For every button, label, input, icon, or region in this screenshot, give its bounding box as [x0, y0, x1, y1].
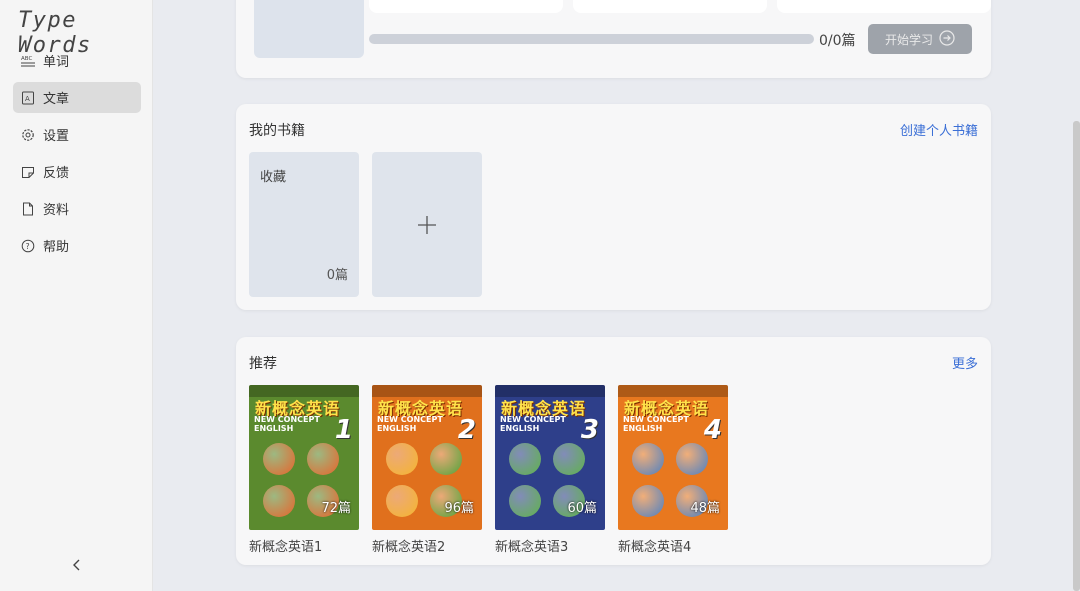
- sidebar-item-settings[interactable]: 设置: [13, 119, 141, 150]
- my-books-card: 我的书籍 创建个人书籍 收藏 0篇: [236, 104, 991, 310]
- sidebar-item-articles[interactable]: A 文章: [13, 82, 141, 113]
- current-book-card: 0/0篇 开始学习: [236, 0, 991, 78]
- book-count: 72篇: [321, 501, 351, 516]
- stat-box: [369, 0, 563, 13]
- scrollbar[interactable]: [1073, 121, 1080, 591]
- progress-bar: [369, 34, 814, 44]
- create-book-link[interactable]: 创建个人书籍: [900, 120, 978, 139]
- progress-text: 0/0篇: [819, 33, 856, 49]
- cover-ball: [263, 485, 295, 517]
- book-name: 新概念英语1: [249, 540, 323, 555]
- book-name: 新概念英语2: [372, 540, 446, 555]
- sidebar-item-label: 单词: [43, 55, 70, 70]
- svg-text:ABC: ABC: [21, 56, 32, 62]
- cover-ball: [307, 443, 339, 475]
- book-count: 96篇: [444, 501, 474, 516]
- book-item[interactable]: 新概念英语 NEW CONCEPT ENGLISH 2 96篇 新概念英语2: [372, 385, 482, 555]
- recommend-title: 推荐: [249, 356, 277, 372]
- cover-number: 4: [703, 415, 722, 445]
- sidebar-item-feedback[interactable]: 反馈: [13, 156, 141, 187]
- cover-ball: [632, 443, 664, 475]
- start-learning-label: 开始学习: [884, 32, 933, 47]
- svg-text:?: ?: [26, 242, 30, 251]
- add-book-button[interactable]: [372, 152, 482, 297]
- book-cover: 新概念英语 NEW CONCEPT ENGLISH 1 72篇: [249, 385, 359, 530]
- start-learning-button[interactable]: 开始学习: [868, 24, 972, 54]
- my-books-title: 我的书籍: [249, 123, 305, 139]
- cover-ball: [632, 485, 664, 517]
- sidebar-item-label: 帮助: [43, 240, 70, 255]
- chevron-left-icon: [72, 556, 82, 575]
- book-cover: 新概念英语 NEW CONCEPT ENGLISH 4 48篇: [618, 385, 728, 530]
- more-link[interactable]: 更多: [952, 353, 978, 372]
- book-count: 60篇: [567, 501, 597, 516]
- sidebar-item-words[interactable]: ABC 单词: [13, 45, 141, 76]
- cover-number: 1: [334, 415, 353, 445]
- book-name: 新概念英语4: [618, 540, 692, 555]
- article-icon: A: [21, 91, 35, 105]
- book-name: 新概念英语3: [495, 540, 569, 555]
- book-cover: 新概念英语 NEW CONCEPT ENGLISH 3 60篇: [495, 385, 605, 530]
- cover-number: 3: [580, 415, 599, 445]
- sidebar-item-label: 文章: [43, 92, 70, 107]
- sidebar-item-label: 反馈: [43, 166, 70, 181]
- book-item[interactable]: 新概念英语 NEW CONCEPT ENGLISH 3 60篇 新概念英语3: [495, 385, 605, 555]
- collapse-sidebar-button[interactable]: [68, 556, 86, 574]
- sidebar-item-label: 资料: [43, 203, 70, 218]
- file-icon: [21, 202, 35, 216]
- cover-ball: [263, 443, 295, 475]
- cover-ball: [430, 443, 462, 475]
- cover-ball: [553, 443, 585, 475]
- favorites-title: 收藏: [260, 170, 287, 185]
- book-item[interactable]: 新概念英语 NEW CONCEPT ENGLISH 4 48篇 新概念英语4: [618, 385, 728, 555]
- stat-box: [573, 0, 767, 13]
- cover-ball: [509, 485, 541, 517]
- book-count: 48篇: [690, 501, 720, 516]
- recommend-card: 推荐 更多 新概念英语 NEW CONCEPT ENGLISH 1 72篇 新概…: [236, 337, 991, 565]
- favorites-book[interactable]: 收藏 0篇: [249, 152, 359, 297]
- help-icon: ?: [21, 239, 35, 253]
- sidebar-item-help[interactable]: ? 帮助: [13, 230, 141, 261]
- gear-icon: [21, 128, 35, 142]
- sidebar-item-label: 设置: [43, 129, 70, 144]
- stat-box: [777, 0, 991, 13]
- cover-ball: [509, 443, 541, 475]
- sidebar-item-materials[interactable]: 资料: [13, 193, 141, 224]
- svg-text:A: A: [25, 95, 30, 103]
- arrow-right-circle-icon: [939, 29, 955, 49]
- book-item[interactable]: 新概念英语 NEW CONCEPT ENGLISH 1 72篇 新概念英语1: [249, 385, 359, 555]
- current-book-cover: [254, 0, 364, 58]
- book-cover: 新概念英语 NEW CONCEPT ENGLISH 2 96篇: [372, 385, 482, 530]
- feedback-icon: [21, 165, 35, 179]
- cover-ball: [386, 485, 418, 517]
- favorites-count: 0篇: [326, 268, 348, 283]
- cover-ball: [676, 443, 708, 475]
- cover-number: 2: [457, 415, 476, 445]
- cover-ball: [386, 443, 418, 475]
- plus-icon: [372, 152, 482, 297]
- sidebar-nav: ABC 单词 A 文章 设置 反馈 资料 ? 帮助: [13, 45, 141, 267]
- sidebar: Type Words ABC 单词 A 文章 设置 反馈 资料 ? 帮助: [0, 0, 153, 591]
- abc-icon: ABC: [21, 54, 35, 68]
